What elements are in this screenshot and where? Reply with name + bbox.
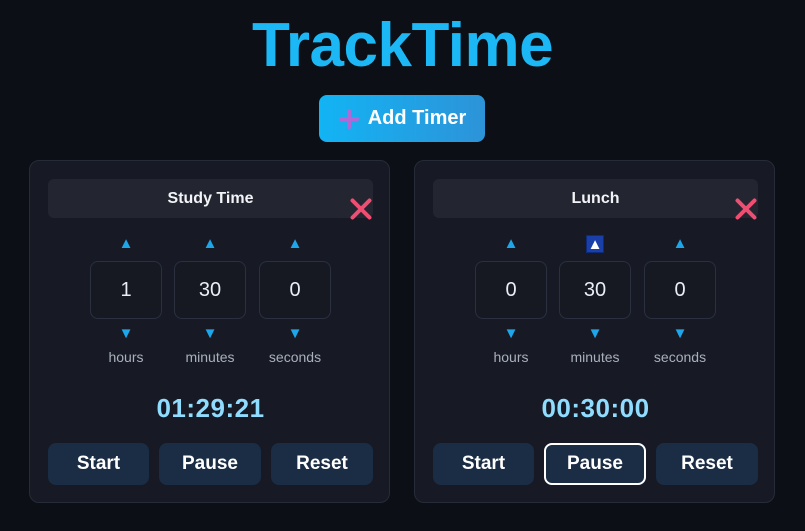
arrow-down-icon: ▼ (287, 325, 303, 342)
plus-icon (338, 108, 360, 130)
pause-button[interactable]: Pause (544, 443, 646, 485)
reset-button[interactable]: Reset (271, 443, 373, 485)
arrow-up-icon: ▲ (202, 235, 218, 252)
arrow-down-icon: ▼ (672, 325, 688, 342)
arrow-up-icon: ▲ (503, 235, 519, 252)
seconds-increment-button[interactable]: ▲ (259, 235, 331, 253)
seconds-decrement-button[interactable]: ▼ (259, 325, 331, 343)
hours-decrement-button[interactable]: ▼ (90, 325, 162, 343)
minutes-column: ▲ 30 ▼ minutes (174, 235, 246, 375)
timer-card: Study Time ▲ 1 ▼ hours ▲ 30 ▼ minutes ▲ … (29, 160, 390, 503)
hours-increment-button[interactable]: ▲ (475, 235, 547, 253)
minutes-input[interactable]: 30 (174, 261, 246, 319)
minutes-column: ▲ 30 ▼ minutes (559, 235, 631, 375)
hours-input[interactable]: 0 (475, 261, 547, 319)
minutes-input[interactable]: 30 (559, 261, 631, 319)
hours-decrement-button[interactable]: ▼ (475, 325, 547, 343)
minutes-decrement-button[interactable]: ▼ (174, 325, 246, 343)
timer-name-input[interactable]: Study Time (48, 179, 373, 218)
hours-input[interactable]: 1 (90, 261, 162, 319)
seconds-increment-button[interactable]: ▲ (644, 235, 716, 253)
arrow-up-icon: ▲ (672, 235, 688, 252)
seconds-input[interactable]: 0 (644, 261, 716, 319)
timer-name-input[interactable]: Lunch (433, 179, 758, 218)
hours-column: ▲ 0 ▼ hours (475, 235, 547, 375)
hours-increment-button[interactable]: ▲ (90, 235, 162, 253)
arrow-down-icon: ▼ (118, 325, 134, 342)
seconds-input[interactable]: 0 (259, 261, 331, 319)
arrow-up-icon: ▲ (118, 235, 134, 252)
arrow-down-icon: ▼ (503, 325, 519, 342)
start-button[interactable]: Start (48, 443, 149, 485)
arrow-up-icon: ▲ (287, 235, 303, 252)
pause-button[interactable]: Pause (159, 443, 261, 485)
minutes-increment-button[interactable]: ▲ (174, 235, 246, 253)
minutes-decrement-button[interactable]: ▼ (559, 325, 631, 343)
hours-column: ▲ 1 ▼ hours (90, 235, 162, 375)
add-timer-label: Add Timer (367, 107, 467, 129)
timer-card: Lunch ▲ 0 ▼ hours ▲ 30 ▼ minutes ▲ 0 ▼ s… (414, 160, 775, 503)
arrow-up-icon: ▲ (586, 235, 604, 253)
app-title: TrackTime (251, 11, 554, 80)
close-icon[interactable] (734, 197, 758, 221)
arrow-down-icon: ▼ (587, 325, 603, 342)
arrow-down-icon: ▼ (202, 325, 218, 342)
seconds-column: ▲ 0 ▼ seconds (644, 235, 716, 375)
start-button[interactable]: Start (433, 443, 534, 485)
close-icon[interactable] (349, 197, 373, 221)
reset-button[interactable]: Reset (656, 443, 758, 485)
seconds-column: ▲ 0 ▼ seconds (259, 235, 331, 375)
seconds-label: seconds (653, 349, 707, 365)
timer-display: 01:29:21 (156, 393, 265, 423)
seconds-decrement-button[interactable]: ▼ (644, 325, 716, 343)
timer-display: 00:30:00 (541, 393, 650, 423)
minutes-increment-button[interactable]: ▲ (559, 235, 631, 253)
add-timer-button[interactable]: Add Timer (319, 95, 485, 142)
seconds-label: seconds (268, 349, 322, 365)
